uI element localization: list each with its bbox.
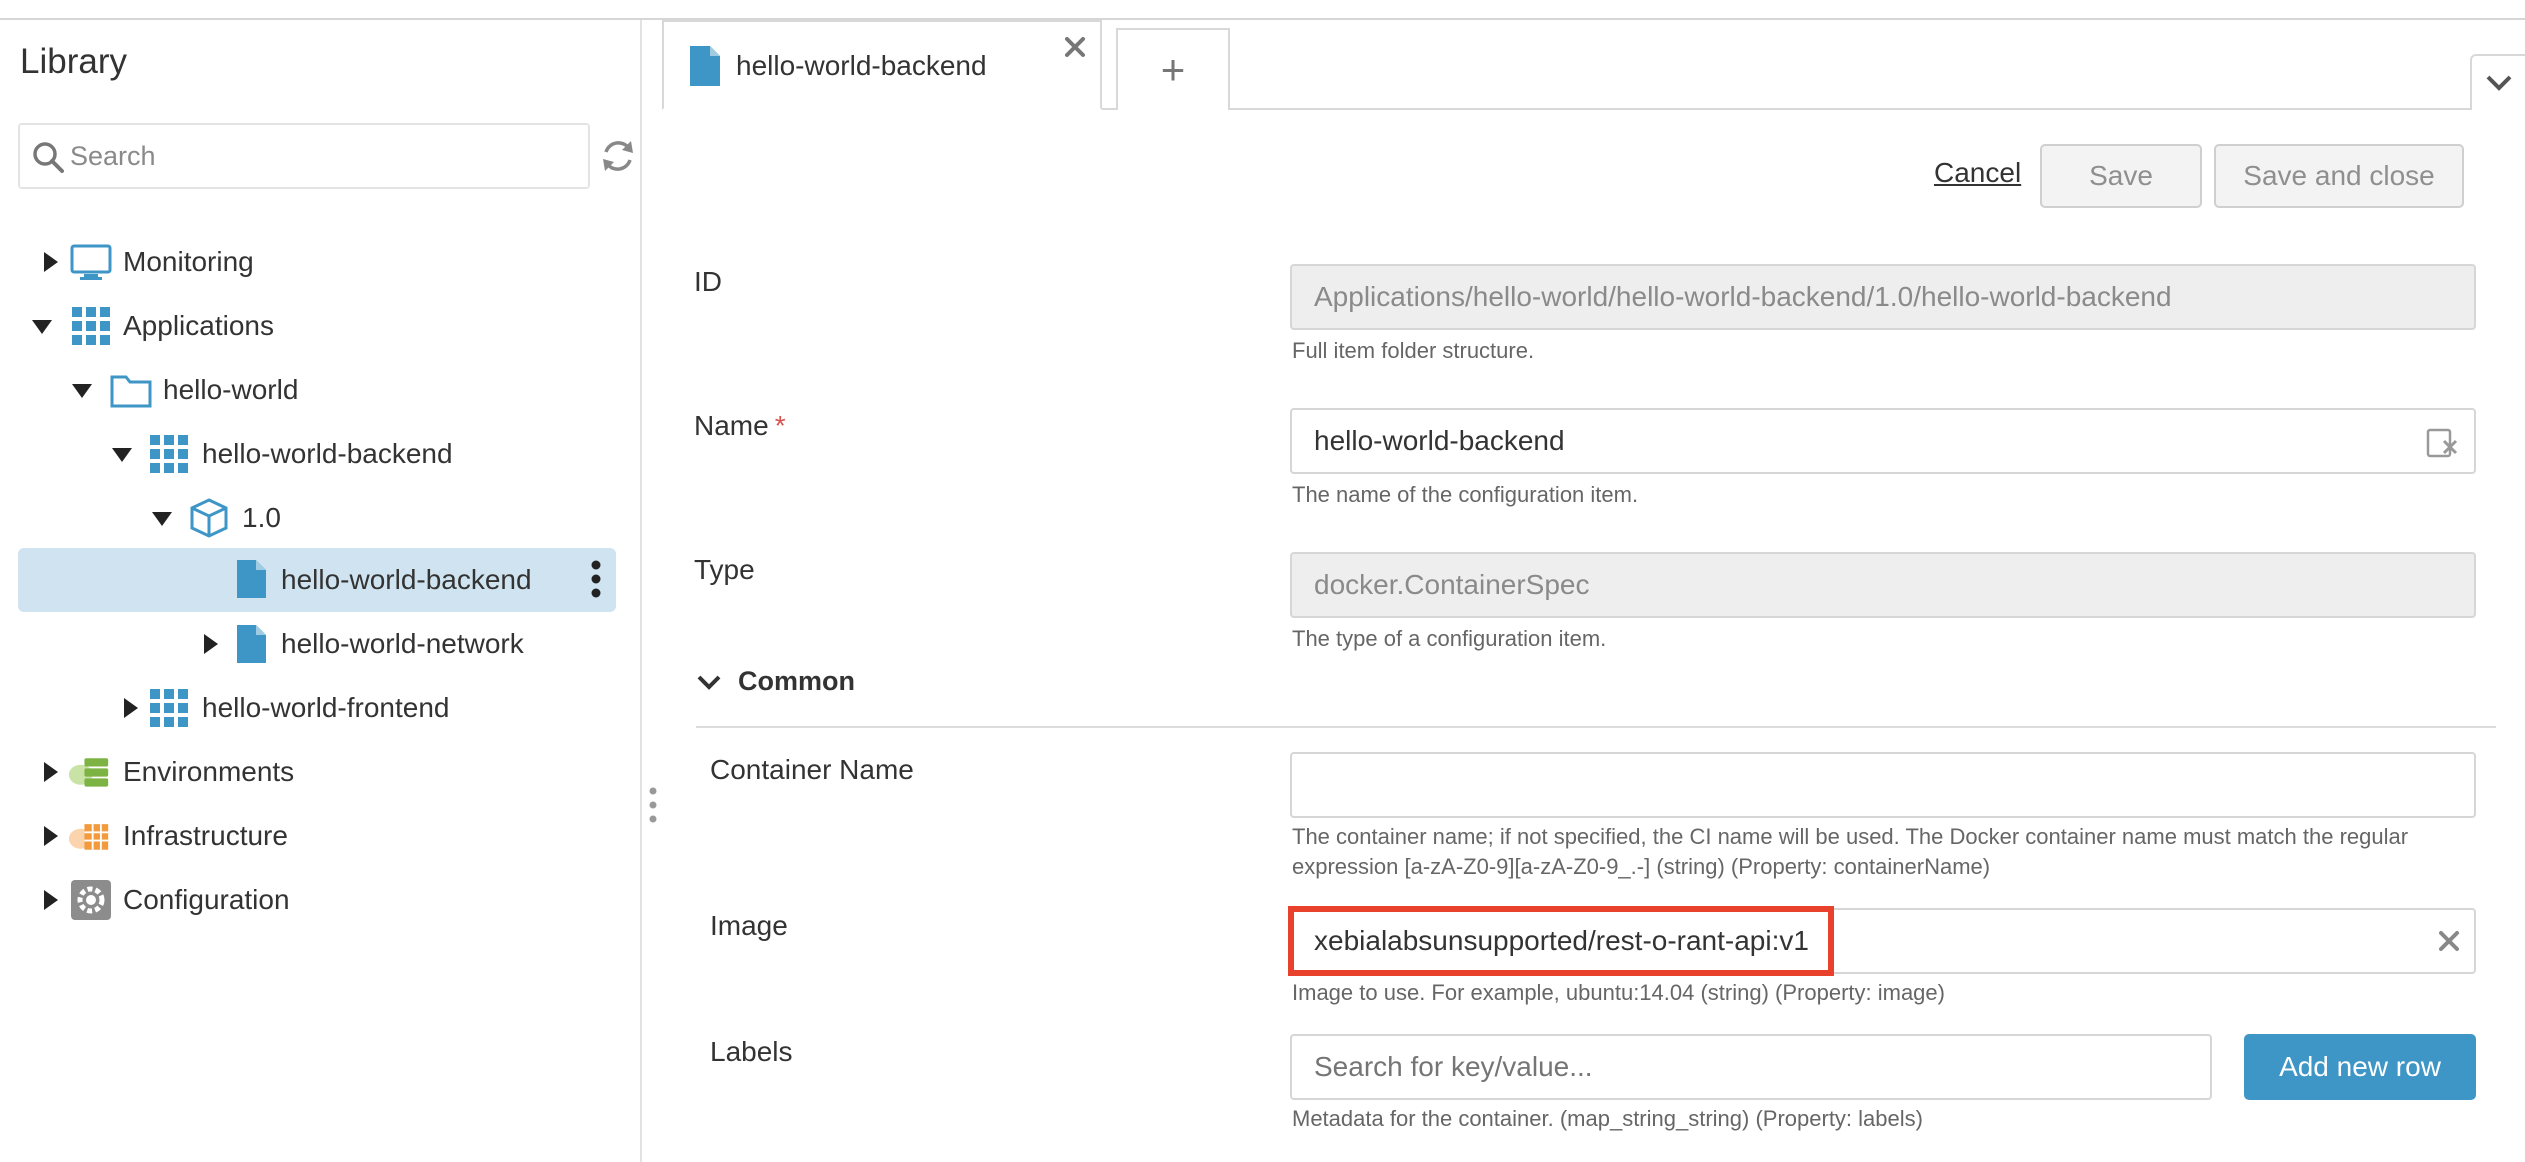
container-name-help-line1: The container name; if not specified, th… xyxy=(1292,824,2409,849)
container-name-label: Container Name xyxy=(710,754,914,785)
tree-item-monitoring[interactable]: Monitoring xyxy=(18,232,618,292)
id-help: Full item folder structure. xyxy=(1292,338,1535,363)
caret-right-icon[interactable] xyxy=(38,760,62,784)
tree-item-environments[interactable]: Environments xyxy=(18,742,618,802)
tree-item-hello-world-frontend[interactable]: hello-world-frontend xyxy=(18,678,618,738)
cancel-button[interactable]: Cancel xyxy=(1934,157,2021,189)
caret-right-icon[interactable] xyxy=(198,632,222,656)
tree-item-version[interactable]: 1.0 xyxy=(18,488,618,548)
section-divider xyxy=(696,726,2496,728)
infrastructure-icon xyxy=(68,815,110,857)
caret-right-icon[interactable] xyxy=(38,888,62,912)
name-field-value: hello-world-backend xyxy=(1314,425,1565,456)
library-title: Library xyxy=(20,42,127,81)
document-icon xyxy=(230,623,272,665)
image-label: Image xyxy=(710,910,788,941)
document-icon xyxy=(690,46,720,86)
tab-list-dropdown[interactable] xyxy=(2470,54,2525,110)
chevron-down-icon[interactable] xyxy=(696,673,722,693)
tree-item-label: Applications xyxy=(123,310,274,341)
tree-item-network-spec[interactable]: hello-world-network xyxy=(18,614,618,674)
tree-item-label: hello-world-frontend xyxy=(202,692,450,723)
save-button[interactable]: Save xyxy=(2040,144,2202,208)
grid-apps-icon xyxy=(70,305,112,347)
environments-icon xyxy=(68,751,110,793)
name-label-text: Name xyxy=(694,410,769,441)
tree-item-label: Infrastructure xyxy=(123,820,288,851)
refresh-icon[interactable] xyxy=(600,136,636,176)
caret-down-icon[interactable] xyxy=(70,378,94,402)
grid-apps-icon xyxy=(148,687,190,729)
caret-right-icon[interactable] xyxy=(118,696,142,720)
tree-item-hello-world[interactable]: hello-world xyxy=(18,360,618,420)
container-name-help-line2: expression [a-zA-Z0-9][a-zA-Z0-9_.-] (st… xyxy=(1292,854,1991,879)
type-label: Type xyxy=(694,554,755,585)
caret-down-icon[interactable] xyxy=(30,314,54,338)
close-tab-icon[interactable] xyxy=(1064,36,1086,58)
chevron-down-icon xyxy=(2486,75,2511,91)
top-border xyxy=(0,0,2525,20)
image-help: Image to use. For example, ubuntu:14.04 … xyxy=(1292,980,1945,1005)
highlight-annotation xyxy=(1288,906,1834,976)
library-search[interactable] xyxy=(18,123,590,189)
monitor-icon xyxy=(70,241,112,283)
required-marker: * xyxy=(774,410,786,441)
search-icon xyxy=(33,142,64,173)
id-label: ID xyxy=(694,266,722,297)
labels-label: Labels xyxy=(710,1036,793,1067)
add-new-row-button[interactable]: Add new row xyxy=(2244,1034,2476,1100)
caret-right-icon[interactable] xyxy=(38,824,62,848)
labels-search-field[interactable] xyxy=(1290,1034,2212,1100)
name-field[interactable]: hello-world-backend xyxy=(1290,408,2476,474)
tab-label: hello-world-backend xyxy=(736,50,987,81)
grid-apps-icon xyxy=(148,433,190,475)
tree-item-configuration[interactable]: Configuration xyxy=(18,870,618,930)
labels-search-input[interactable] xyxy=(1314,1051,2194,1083)
document-icon xyxy=(230,558,272,600)
folder-icon xyxy=(110,369,152,411)
tree-item-hello-world-backend[interactable]: hello-world-backend xyxy=(18,424,618,484)
reset-value-icon[interactable] xyxy=(2426,427,2460,459)
labels-help: Metadata for the container. (map_string_… xyxy=(1292,1106,1923,1131)
name-label: Name * xyxy=(694,410,786,442)
search-input[interactable] xyxy=(70,135,570,177)
add-tab-button[interactable]: + xyxy=(1116,28,1230,110)
tree-item-label: hello-world-network xyxy=(281,628,524,659)
clear-icon[interactable] xyxy=(2438,930,2460,952)
tree-item-label: hello-world-backend xyxy=(202,438,453,469)
tree-item-backend-spec[interactable]: hello-world-backend xyxy=(18,548,616,612)
tree-item-infrastructure[interactable]: Infrastructure xyxy=(18,806,618,866)
container-name-help: The container name; if not specified, th… xyxy=(1292,822,2472,882)
name-help: The name of the configuration item. xyxy=(1292,482,1639,507)
tree-item-label: hello-world xyxy=(163,374,299,405)
id-field: Applications/hello-world/hello-world-bac… xyxy=(1290,264,2476,330)
tab-hello-world-backend[interactable]: hello-world-backend xyxy=(662,20,1102,110)
caret-right-icon[interactable] xyxy=(38,250,62,274)
tree-item-applications[interactable]: Applications xyxy=(18,296,618,356)
tree-item-label: Configuration xyxy=(123,884,290,915)
tree-item-label: 1.0 xyxy=(242,502,281,533)
gear-icon xyxy=(70,879,112,921)
tree-item-label: Monitoring xyxy=(123,246,254,277)
type-help: The type of a configuration item. xyxy=(1292,626,1607,651)
container-name-field[interactable] xyxy=(1290,752,2476,818)
caret-down-icon[interactable] xyxy=(110,442,134,466)
type-field: docker.ContainerSpec xyxy=(1290,552,2476,618)
tree-item-label: Environments xyxy=(123,756,295,787)
caret-down-icon[interactable] xyxy=(150,506,174,530)
save-and-close-button[interactable]: Save and close xyxy=(2214,144,2464,208)
tree-item-label: hello-world-backend xyxy=(281,564,532,595)
panel-resize-handle[interactable] xyxy=(644,785,662,825)
more-options-icon[interactable] xyxy=(590,560,602,598)
section-common-header[interactable]: Common xyxy=(738,666,855,697)
package-icon xyxy=(188,497,230,539)
